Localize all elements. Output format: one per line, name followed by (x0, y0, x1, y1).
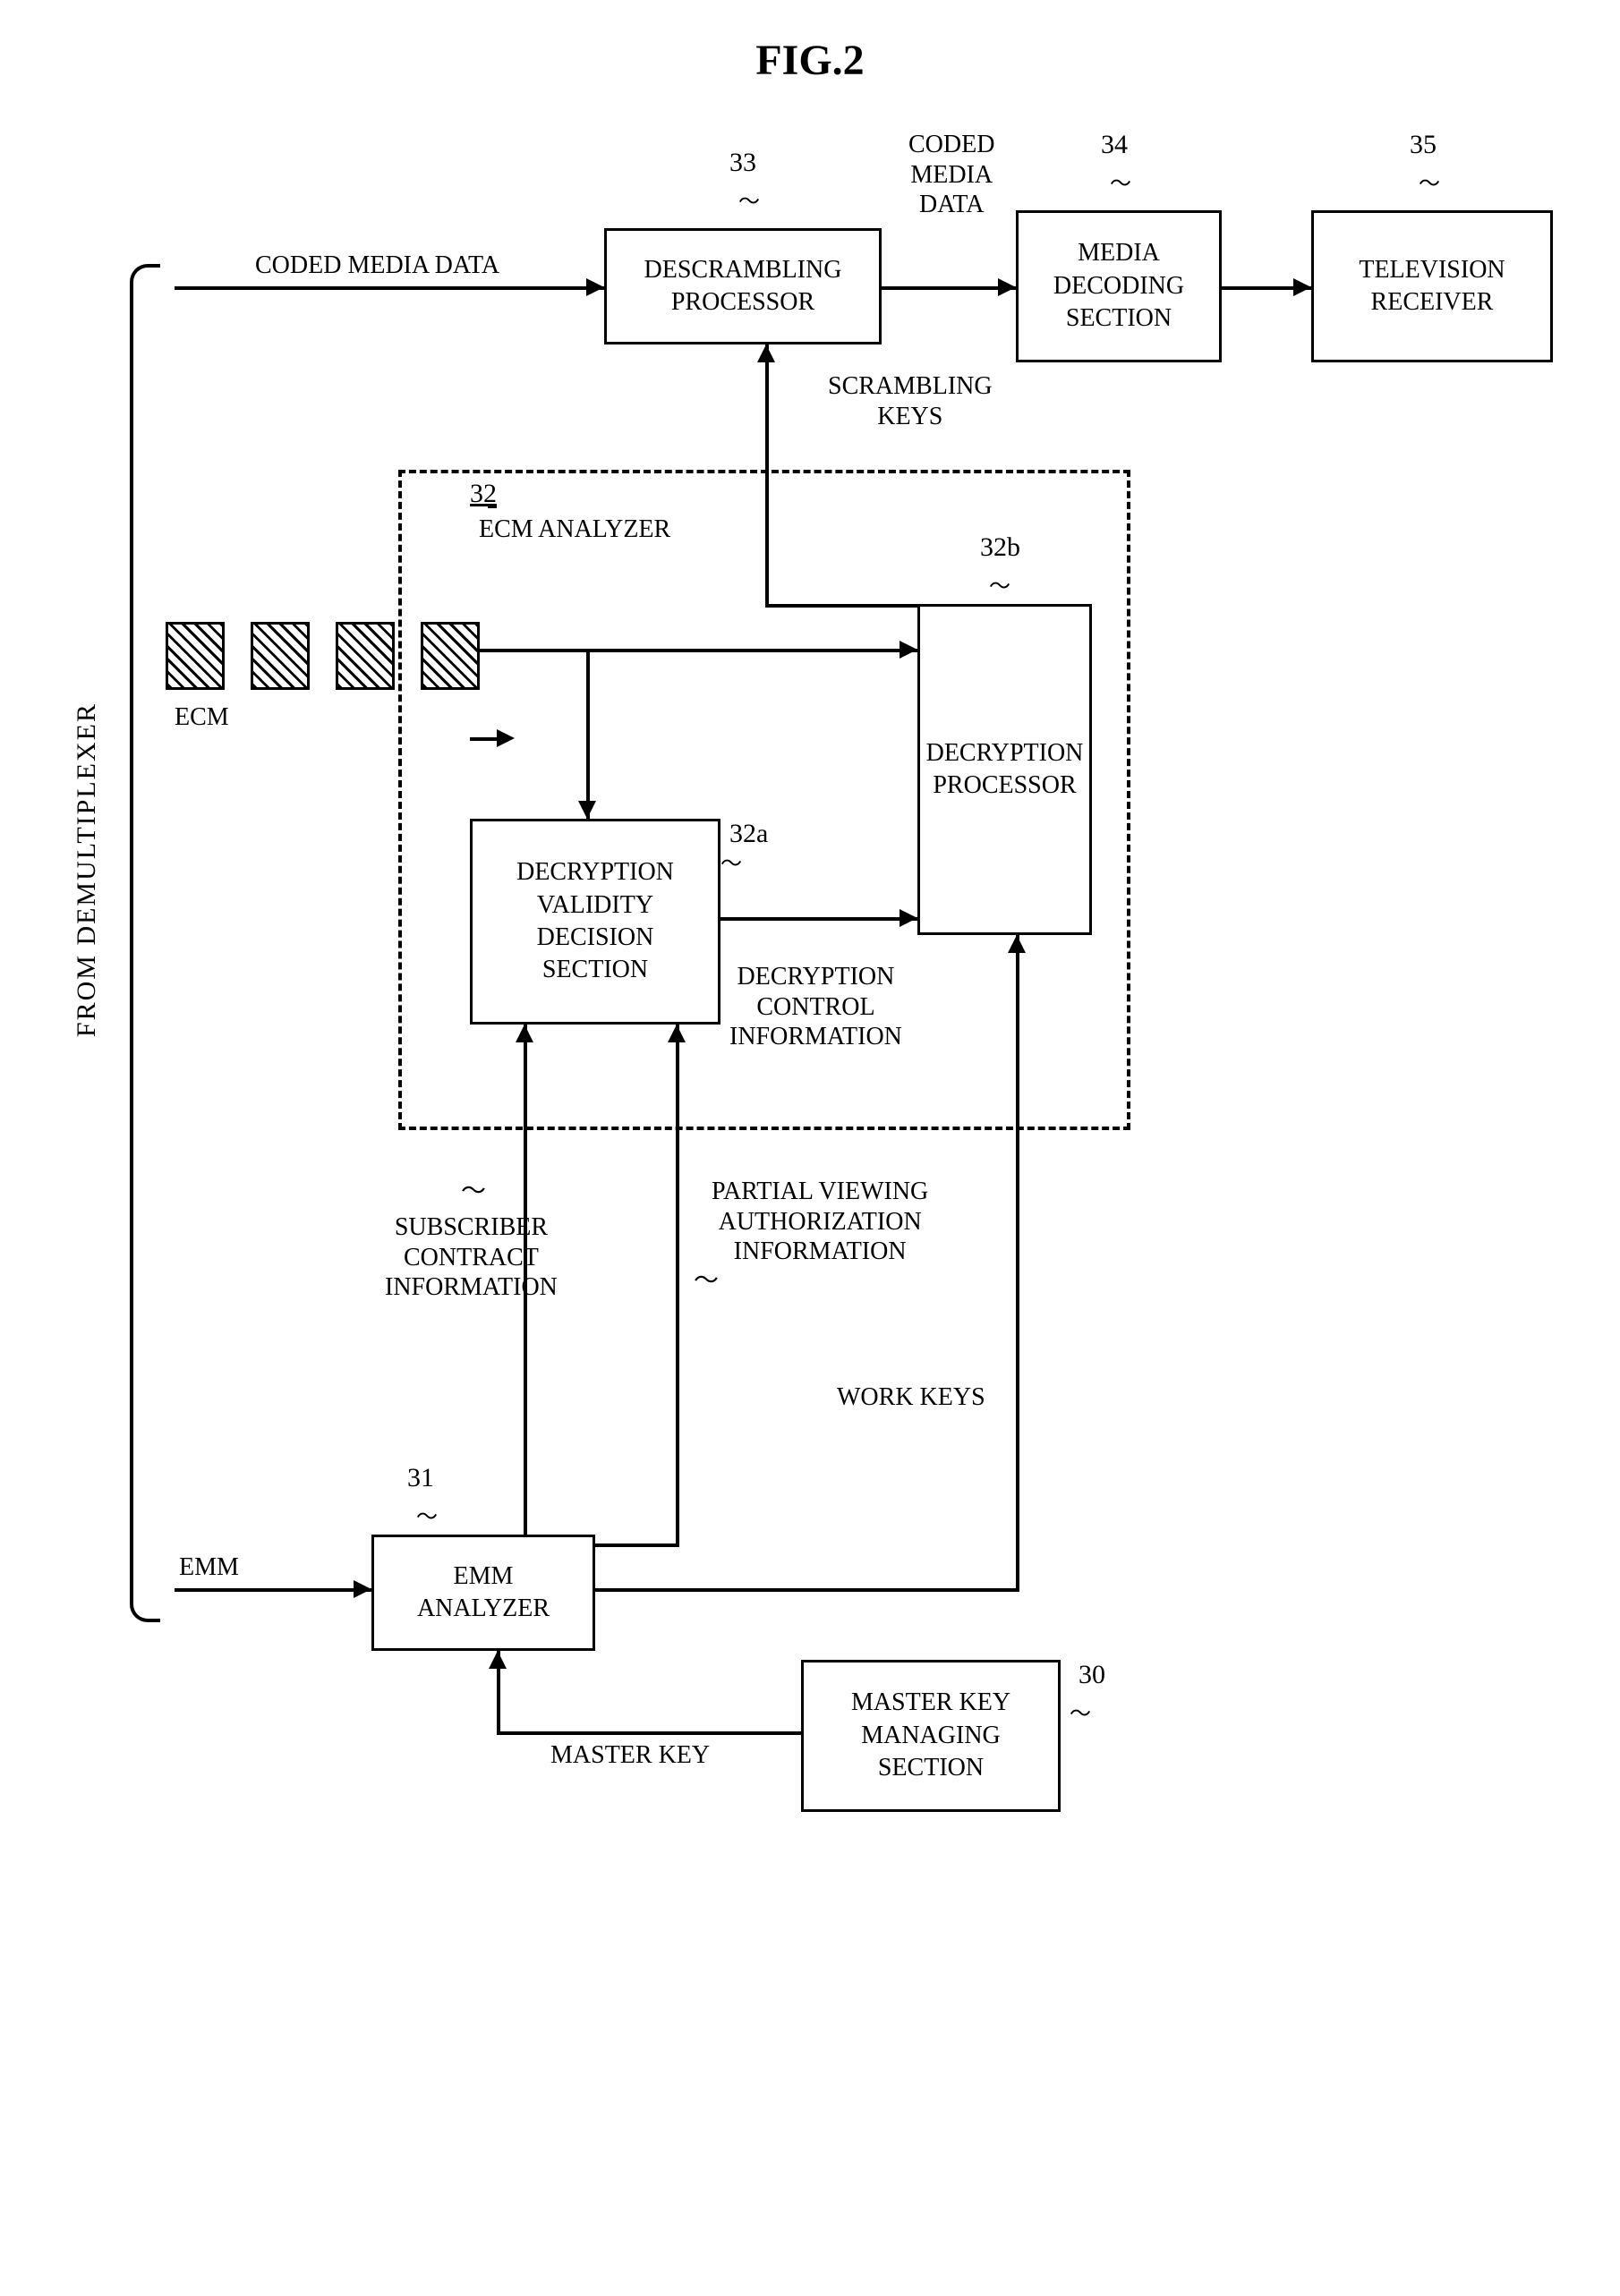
tilde-30: 〜 (1070, 1696, 1091, 1727)
decryption-processor-box: DECRYPTIONPROCESSOR (917, 604, 1092, 935)
emm-label: EMM (179, 1552, 239, 1583)
arrow-head (1293, 278, 1311, 296)
ecm-block (336, 622, 395, 690)
arrow-line (175, 286, 604, 290)
ref-32: 32 (470, 479, 497, 509)
arrow-line (676, 1025, 679, 1547)
ecm-analyzer-label: ECM ANALYZER (479, 514, 670, 545)
arrow-head (900, 909, 917, 927)
decryption-control-label: DECRYPTIONCONTROLINFORMATION (729, 962, 902, 1052)
coded-media-data-right-label: CODEDMEDIADATA (908, 130, 994, 220)
arrow-line (765, 344, 769, 470)
media-decoding-box: MEDIADECODINGSECTION (1016, 210, 1222, 362)
ref-31: 31 (407, 1463, 434, 1493)
arrow-line (479, 649, 917, 652)
ref-32a: 32a (729, 819, 768, 849)
arrow-head (668, 1025, 686, 1042)
arrow-line (765, 470, 769, 604)
ref-32b: 32b (980, 532, 1020, 563)
scrambling-keys-label: SCRAMBLINGKEYS (828, 371, 993, 431)
descrambling-processor-box: DESCRAMBLINGPROCESSOR (604, 228, 882, 344)
arrow-head (586, 278, 604, 296)
arrow-line (595, 1588, 1016, 1592)
arrow-line (175, 1588, 371, 1592)
from-demultiplexer-label: FROM DEMULTIPLEXER (72, 702, 102, 1037)
arrow-head (998, 278, 1016, 296)
arrow-line (470, 737, 506, 741)
arrow-line (497, 1731, 801, 1735)
arrow-head (1008, 935, 1026, 953)
tilde-34: 〜 (1110, 166, 1131, 197)
television-receiver-box: TELEVISIONRECEIVER (1311, 210, 1553, 362)
ecm-label: ECM (175, 702, 229, 733)
tilde-33: 〜 (738, 183, 760, 215)
ref-35: 35 (1410, 130, 1437, 160)
arrow-head (900, 641, 917, 659)
ref-33: 33 (729, 148, 756, 178)
demux-brace (130, 264, 160, 1622)
arrow-line (720, 917, 917, 921)
ecm-block (251, 622, 310, 690)
partial-viewing-label: PARTIAL VIEWINGAUTHORIZATIONINFORMATION (712, 1177, 928, 1267)
subscriber-contract-label: SUBSCRIBERCONTRACTINFORMATION (385, 1212, 558, 1303)
ref-30: 30 (1079, 1660, 1105, 1690)
decryption-validity-box: DECRYPTIONVALIDITYDECISIONSECTION (470, 819, 720, 1025)
tilde-32a: 〜 (720, 846, 742, 877)
coded-media-data-top-label: CODED MEDIA DATA (255, 251, 499, 281)
work-keys-label: WORK KEYS (837, 1382, 985, 1413)
arrow-head (489, 1651, 507, 1669)
ref-34: 34 (1101, 130, 1128, 160)
tilde-sub: 〜 (461, 1177, 486, 1207)
ecm-block (421, 622, 480, 690)
master-key-box: MASTER KEYMANAGINGSECTION (801, 1660, 1061, 1812)
tilde-partial: 〜 (694, 1266, 719, 1297)
emm-analyzer-box: EMMANALYZER (371, 1535, 595, 1651)
arrow-head (354, 1580, 371, 1598)
arrow-line (1016, 935, 1019, 1592)
arrow-line (882, 286, 1016, 290)
arrow-line (595, 1543, 676, 1547)
tilde-35: 〜 (1419, 166, 1440, 197)
ref-32-line (488, 506, 497, 508)
tilde-31: 〜 (416, 1499, 438, 1530)
tilde-32b: 〜 (989, 568, 1010, 600)
ecm-block (166, 622, 225, 690)
arrow-head (516, 1025, 533, 1042)
arrow-head (578, 801, 596, 819)
diagram-container: DESCRAMBLINGPROCESSOR MEDIADECODINGSECTI… (49, 121, 1571, 2179)
master-key-label: MASTER KEY (550, 1740, 710, 1771)
arrow-line (586, 649, 590, 819)
figure-title: FIG.2 (36, 36, 1584, 85)
arrow-head (757, 344, 775, 362)
arrow-line (765, 604, 917, 608)
